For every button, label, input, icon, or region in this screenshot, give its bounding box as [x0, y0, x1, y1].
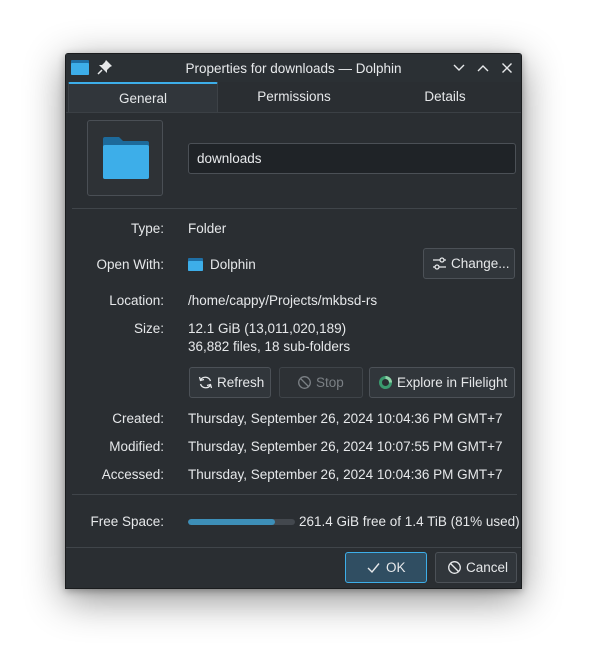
- tab-permissions[interactable]: Permissions: [219, 82, 369, 112]
- dolphin-app-icon: [188, 258, 203, 271]
- tab-bar: General Permissions Details: [66, 82, 521, 113]
- footer-separator: [66, 547, 521, 548]
- settings-sliders-icon: [433, 257, 446, 270]
- checkmark-icon: [367, 563, 380, 574]
- size-label: Size:: [133, 321, 164, 336]
- type-label: Type:: [130, 221, 164, 236]
- disk-usage-fill: [188, 519, 275, 525]
- location-label: Location:: [109, 293, 164, 308]
- free-space-value: 261.4 GiB free of 1.4 TiB (81% used): [299, 514, 520, 529]
- stop-button-label: Stop: [316, 375, 344, 390]
- free-space-label: Free Space:: [90, 514, 164, 529]
- stop-button[interactable]: Stop: [279, 367, 363, 398]
- minimize-icon[interactable]: [451, 60, 467, 76]
- separator: [72, 494, 517, 495]
- size-detail: 36,882 files, 18 sub-folders: [188, 339, 351, 354]
- change-button-label: Change...: [451, 256, 510, 271]
- explore-filelight-button[interactable]: Explore in Filelight: [369, 367, 515, 398]
- open-with-value: Dolphin: [210, 257, 256, 272]
- cancel-icon: [448, 561, 461, 574]
- refresh-button[interactable]: Refresh: [189, 367, 271, 398]
- cancel-button[interactable]: Cancel: [435, 552, 517, 583]
- filename-field[interactable]: downloads: [188, 143, 516, 174]
- tab-details[interactable]: Details: [370, 82, 520, 112]
- ok-button-label: OK: [386, 560, 406, 575]
- size-value: 12.1 GiB (13,011,020,189): [188, 321, 347, 336]
- disk-usage-bar: [188, 519, 295, 525]
- folder-icon: [103, 137, 149, 179]
- properties-dialog: Properties for downloads — Dolphin Gener…: [65, 53, 522, 589]
- folder-icon-button[interactable]: [87, 120, 163, 196]
- ok-button[interactable]: OK: [345, 552, 427, 583]
- accessed-label: Accessed:: [101, 467, 164, 482]
- created-value: Thursday, September 26, 2024 10:04:36 PM…: [188, 411, 503, 426]
- refresh-icon: [198, 376, 213, 389]
- tab-general[interactable]: General: [68, 82, 218, 112]
- separator: [72, 208, 517, 209]
- type-value: Folder: [188, 221, 227, 236]
- accessed-value: Thursday, September 26, 2024 10:04:36 PM…: [188, 467, 503, 482]
- stop-icon: [298, 376, 311, 389]
- maximize-icon[interactable]: [475, 60, 491, 76]
- open-with-label: Open With:: [96, 257, 164, 272]
- location-value: /home/cappy/Projects/mkbsd-rs: [188, 293, 378, 308]
- filelight-icon: [379, 376, 392, 389]
- explore-filelight-label: Explore in Filelight: [397, 375, 508, 390]
- title-bar[interactable]: Properties for downloads — Dolphin: [66, 54, 521, 83]
- change-button[interactable]: Change...: [423, 248, 515, 279]
- modified-value: Thursday, September 26, 2024 10:07:55 PM…: [188, 439, 503, 454]
- created-label: Created:: [112, 411, 164, 426]
- close-icon[interactable]: [499, 60, 515, 76]
- cancel-button-label: Cancel: [466, 560, 509, 575]
- modified-label: Modified:: [109, 439, 164, 454]
- refresh-button-label: Refresh: [217, 375, 265, 390]
